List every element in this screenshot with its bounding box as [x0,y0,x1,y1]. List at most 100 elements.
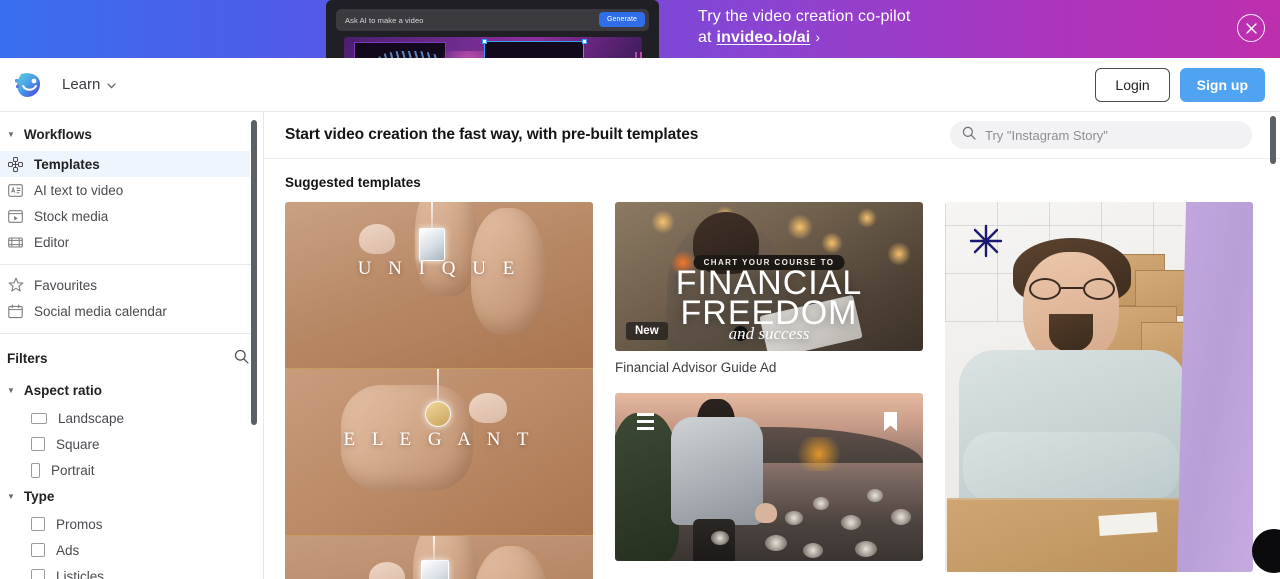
invideo-logo[interactable] [14,70,44,100]
jewelry-template-card[interactable]: U N I Q U E E L E G A N T [285,202,593,579]
sidebar-item-favourites[interactable]: Favourites [0,272,263,298]
sidebar-item-templates[interactable]: Templates [0,151,250,177]
caret-down-icon: ▼ [7,129,15,139]
main-header: Start video creation the fast way, with … [264,112,1280,159]
sidebar-item-stock-media[interactable]: Stock media [0,203,263,229]
checkbox-listicles[interactable] [31,569,45,579]
flower-art [891,509,911,525]
bokeh-light [887,242,911,266]
sidebar-section-workflows[interactable]: ▼ Workflows [0,112,263,151]
promo-link[interactable]: invideo.io/ai [717,27,811,48]
financial-script-text: and success [728,324,810,343]
filter-group-type[interactable]: ▼ Type [0,483,263,511]
card-title: Financial Advisor Guide Ad [615,360,777,375]
bokeh-light [651,210,675,234]
flower-art [803,543,823,558]
bookmark-icon[interactable] [884,412,897,436]
templates-column-3 [945,202,1253,579]
shipping-label-art [1098,512,1158,536]
search-icon[interactable] [234,349,249,367]
hand-art [359,224,395,254]
pendant-art [419,228,445,261]
flower-art [867,489,883,502]
templates-grid: U N I Q U E E L E G A N T CHART YOUR COU… [264,202,1280,579]
sidebar-item-label: AI text to video [34,182,124,198]
promo-editor-canvas [344,37,642,58]
small-business-template-card[interactable] [945,202,1253,572]
flower-art [813,497,829,510]
filter-option-landscape[interactable]: Landscape [0,405,263,431]
main-scrollbar-thumb[interactable] [1270,116,1276,164]
caret-down-icon: ▼ [7,385,15,395]
bokeh-light [857,208,877,228]
sidebar-item-label: Editor [34,234,70,250]
filter-option-ads[interactable]: Ads [0,537,263,563]
filter-option-label: Ads [56,542,80,558]
page-title: Start video creation the fast way, with … [285,126,699,143]
caret-down-icon: ▼ [7,491,15,501]
promo-line-1: Try the video creation co-pilot [698,8,911,25]
sidebar-item-ai-text-to-video[interactable]: AI text to video [0,177,263,203]
filter-option-promos[interactable]: Promos [0,511,263,537]
nav-learn-label: Learn [62,76,101,93]
filter-option-square[interactable]: Square [0,431,263,457]
promo-canvas-clip-left [354,42,446,58]
pendant-art [421,560,449,579]
stock-media-icon [7,208,24,225]
hamburger-menu-icon[interactable] [637,413,654,430]
search-input[interactable] [985,127,1240,143]
filter-option-portrait[interactable]: Portrait [0,457,263,483]
template-search-box[interactable] [950,121,1252,149]
checkbox-portrait[interactable] [31,462,40,478]
field-walk-thumbnail [615,393,923,561]
sidebar-item-editor[interactable]: Editor [0,229,263,255]
suggested-templates-label: Suggested templates [285,175,421,190]
sidebar-scrollbar-thumb[interactable] [251,120,257,425]
promo-canvas-art-left [377,51,441,58]
flower-art [765,535,787,551]
flower-art [841,515,861,530]
person-hand [755,503,777,523]
filter-group-aspect-ratio[interactable]: ▼ Aspect ratio [0,377,263,405]
main-content: Start video creation the fast way, with … [264,112,1280,579]
sidebar: ▼ Workflows Templates AI text to video S… [0,112,264,579]
chevron-down-icon [107,76,116,93]
field-walk-template-card[interactable] [615,393,923,561]
filters-header: Filters [0,341,263,377]
flower-art [711,531,729,545]
sidebar-item-label: Favourites [34,277,98,293]
sidebar-section-workflows-label: Workflows [23,127,92,142]
sidebar-workflow-list: Templates AI text to video Stock media E… [0,151,263,255]
small-business-thumbnail [945,202,1253,572]
templates-icon [7,156,24,173]
filter-option-listicles[interactable]: Listicles [0,563,263,579]
promo-prompt-placeholder: Ask AI to make a video [345,15,424,25]
filter-option-label: Landscape [58,410,125,426]
pendant-art [425,401,451,427]
checkbox-promos[interactable] [31,517,45,531]
checkbox-landscape[interactable] [31,412,47,424]
financial-advisor-template-card[interactable]: CHART YOUR COURSE TO FINANCIAL FREEDOM →… [615,202,923,375]
login-button[interactable]: Login [1095,67,1170,102]
signup-button[interactable]: Sign up [1179,67,1265,102]
jewelry-thumbnail: U N I Q U E E L E G A N T [285,202,593,579]
ai-text-to-video-icon [7,182,24,199]
promo-banner[interactable]: Ask AI to make a video Generate Try the … [0,0,1280,58]
status-badge-new: New [626,322,668,340]
necklace-chain [431,202,433,230]
checkbox-square[interactable] [31,437,45,451]
chevron-right-icon: › [815,29,821,45]
filters-label: Filters [7,350,48,366]
editor-icon [7,234,24,251]
calendar-icon [7,303,24,320]
jewelry-pane-2: E L E G A N T [285,369,593,536]
sidebar-scrollbar-track[interactable] [251,116,260,575]
close-icon[interactable] [1237,14,1265,42]
search-icon [962,126,976,145]
promo-canvas-art-right [635,52,642,58]
checkbox-ads[interactable] [31,543,45,557]
nav-learn-menu[interactable]: Learn [62,76,116,93]
purple-panel-art [1177,202,1253,572]
sidebar-item-social-media-calendar[interactable]: Social media calendar [0,298,263,324]
promo-selection-handle [482,39,487,44]
